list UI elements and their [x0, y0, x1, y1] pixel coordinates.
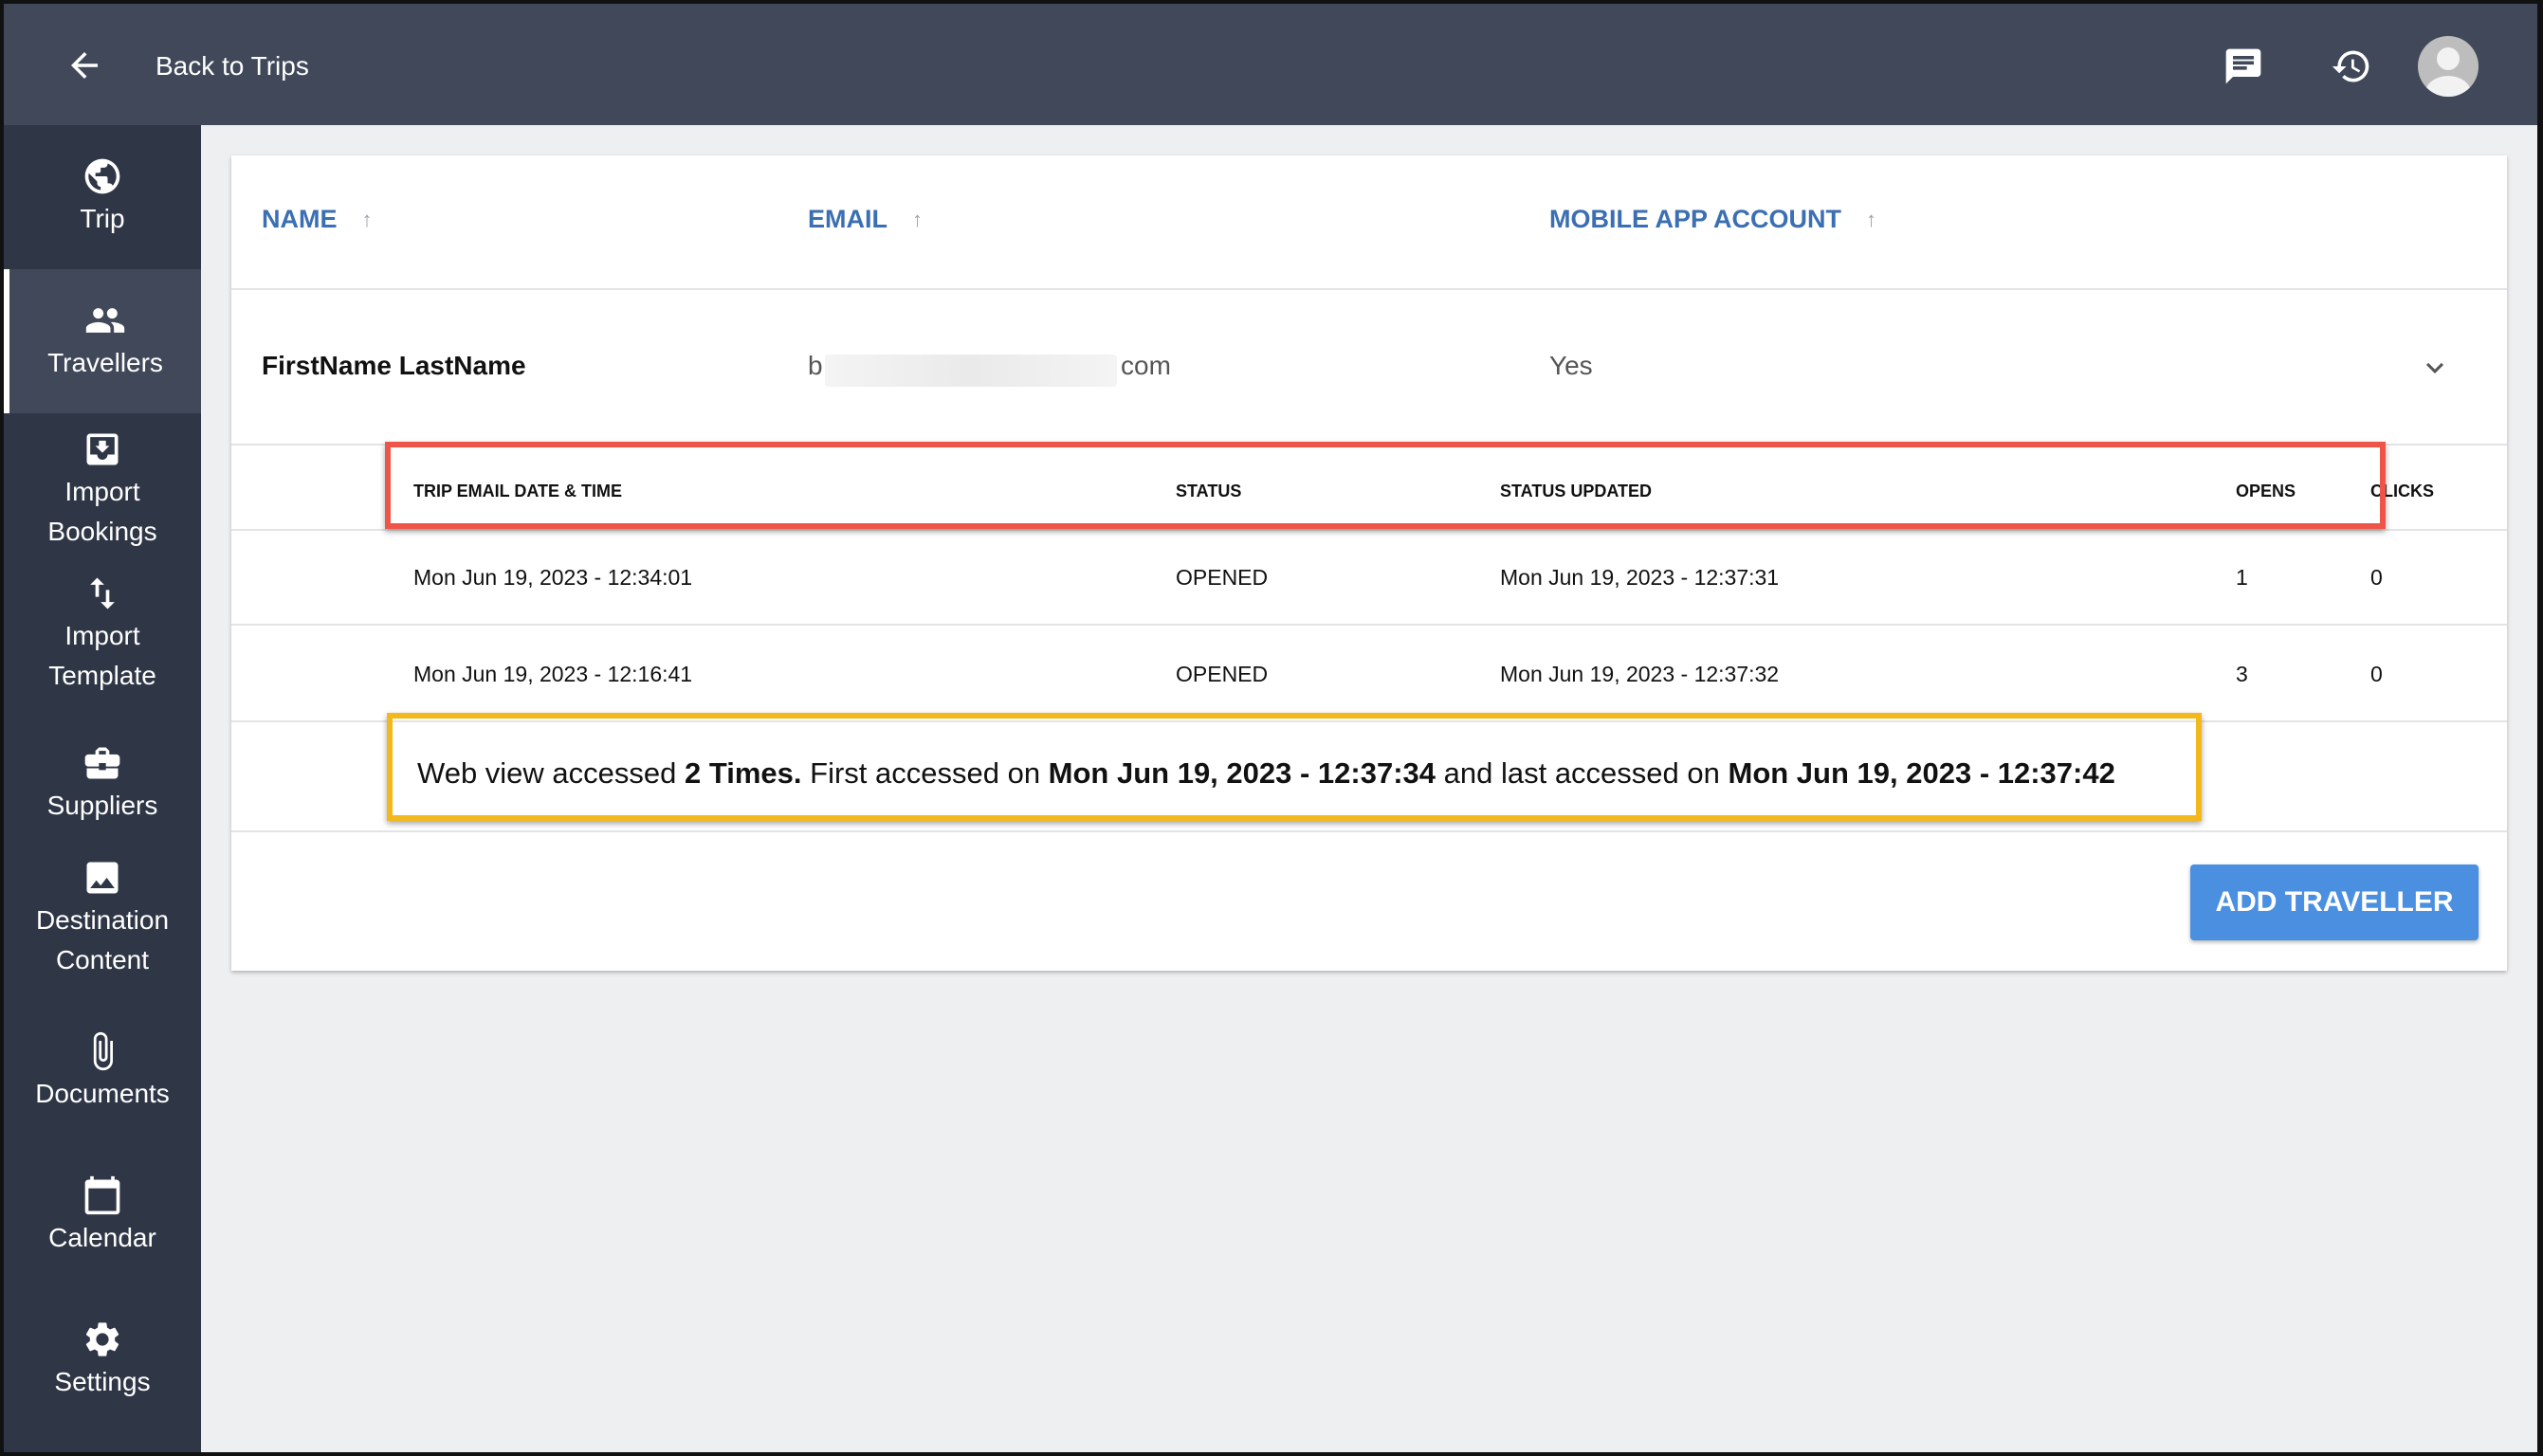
user-silhouette-icon — [2425, 47, 2471, 97]
traveller-name: FirstName LastName — [262, 351, 526, 380]
column-header-email[interactable]: EMAIL ↑ — [808, 205, 923, 234]
sort-arrow-icon[interactable]: ↑ — [362, 208, 373, 232]
sidebar-item-label: Documents — [35, 1079, 170, 1108]
sidebar-item-settings[interactable]: Settings — [4, 1297, 201, 1424]
email-date: Mon Jun 19, 2023 - 12:16:41 — [413, 662, 693, 686]
sort-arrow-icon[interactable]: ↑ — [1866, 208, 1876, 232]
sidebar-item-label: Settings — [54, 1367, 151, 1396]
back-to-trips-link[interactable]: Back to Trips — [156, 51, 309, 82]
sidebar-item-trip[interactable]: Trip — [4, 125, 201, 269]
email-opens: 1 — [2236, 565, 2248, 590]
sidebar-item-label: Suppliers — [46, 791, 158, 820]
sidebar-item-import-template[interactable]: Import Template — [4, 563, 201, 705]
history-icon[interactable] — [2331, 46, 2372, 87]
email-date: Mon Jun 19, 2023 - 12:34:01 — [413, 565, 693, 590]
globe-icon — [84, 158, 120, 194]
travellers-card: NAME ↑ EMAIL ↑ MOBILE APP ACCOUNT ↑ Firs… — [231, 155, 2507, 971]
email-status: OPENED — [1176, 565, 1269, 590]
divider — [231, 529, 2507, 531]
email-status-updated: Mon Jun 19, 2023 - 12:37:31 — [1500, 565, 1780, 590]
sort-arrow-icon[interactable]: ↑ — [912, 208, 923, 232]
divider — [231, 830, 2507, 832]
add-traveller-button[interactable]: ADD TRAVELLER — [2190, 864, 2479, 940]
import-icon — [86, 433, 119, 465]
calendar-icon — [84, 1175, 120, 1215]
briefcase-icon — [84, 747, 120, 779]
swap-vertical-icon — [90, 577, 115, 610]
people-icon — [85, 308, 125, 333]
divider — [231, 288, 2507, 290]
traveller-email-start: b — [808, 351, 823, 380]
back-arrow-icon[interactable] — [64, 46, 104, 85]
sidebar-nav: Trip Travellers Import Bookings Import T… — [4, 125, 201, 1452]
highlight-box-yellow — [387, 713, 2202, 821]
column-header-name[interactable]: NAME ↑ — [262, 205, 373, 234]
sidebar-item-label: Destination Content — [35, 905, 170, 974]
traveller-email-end: com — [1121, 351, 1171, 380]
app-window: Back to Trips Trip Travellers Import Boo… — [4, 4, 2537, 1452]
paperclip-icon — [93, 1031, 113, 1071]
image-icon — [86, 862, 119, 894]
top-bar: Back to Trips — [4, 4, 2537, 125]
sidebar-item-suppliers[interactable]: Suppliers — [4, 722, 201, 846]
sidebar-item-documents[interactable]: Documents — [4, 1009, 201, 1136]
column-header-mobile-app-account[interactable]: MOBILE APP ACCOUNT ↑ — [1549, 205, 1876, 234]
sidebar-item-label: Trip — [80, 204, 125, 233]
email-clicks: 0 — [2370, 565, 2383, 590]
mobile-app-account-value: Yes — [1549, 351, 1593, 380]
chat-icon[interactable] — [2223, 46, 2264, 87]
email-redaction — [825, 355, 1117, 387]
highlight-box-red — [385, 442, 2386, 529]
sidebar-item-calendar[interactable]: Calendar — [4, 1153, 201, 1280]
sidebar-item-label: Calendar — [48, 1223, 156, 1252]
sidebar-item-import-bookings[interactable]: Import Bookings — [4, 419, 201, 561]
email-status: OPENED — [1176, 662, 1269, 686]
sidebar-item-label: Travellers — [47, 348, 163, 377]
sidebar-item-destination-content[interactable]: Destination Content — [4, 847, 201, 990]
email-opens: 3 — [2236, 662, 2248, 686]
sidebar-item-label: Import Bookings — [47, 477, 157, 546]
chevron-down-icon[interactable] — [2418, 351, 2452, 385]
email-clicks: 0 — [2370, 662, 2383, 686]
sidebar-item-label: Import Template — [48, 621, 156, 690]
gear-icon — [85, 1322, 119, 1356]
sidebar-item-travellers[interactable]: Travellers — [4, 269, 201, 413]
user-avatar[interactable] — [2418, 36, 2479, 97]
email-status-updated: Mon Jun 19, 2023 - 12:37:32 — [1500, 662, 1780, 686]
divider — [231, 624, 2507, 626]
